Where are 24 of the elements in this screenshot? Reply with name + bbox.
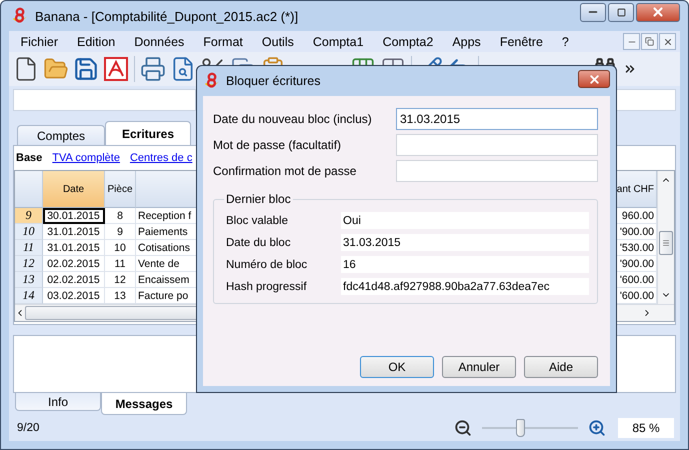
dialog-title: Bloquer écritures (226, 74, 320, 88)
table-cell: 10 (105, 240, 136, 256)
field-label: Date du nouveau bloc (inclus) (213, 112, 373, 126)
info-value: fdc41d48.af927988.90ba2a77.63dea7ec (341, 278, 589, 295)
window-title: Banana - [Comptabilité_Dupont_2015.ac2 (*)] (35, 8, 300, 24)
table-cell: 12 (105, 272, 136, 288)
info-value: 31.03.2015 (341, 234, 589, 251)
info-label: Numéro de bloc (226, 258, 308, 270)
row-position: 9/20 (17, 422, 40, 434)
info-label: Bloc valable (226, 214, 290, 226)
table-cell: 31.01.2015 (43, 224, 105, 240)
table-cell: 9 (105, 224, 136, 240)
table-cell: 02.02.2015 (43, 256, 105, 272)
table-cell: 30.01.2015 (43, 208, 105, 224)
table-cell: 02.02.2015 (43, 272, 105, 288)
info-value: Oui (341, 212, 589, 229)
zoom-value: 85 % (618, 418, 674, 438)
field-label: Mot de passe (facultatif) (213, 138, 342, 152)
group-title: Dernier bloc (225, 192, 292, 206)
info-value: 16 (341, 256, 589, 273)
table-cell: 31.01.2015 (43, 240, 105, 256)
table-cell: 8 (105, 208, 136, 224)
table-cell: 11 (105, 256, 136, 272)
field-label: Confirmation mot de passe (213, 164, 358, 178)
